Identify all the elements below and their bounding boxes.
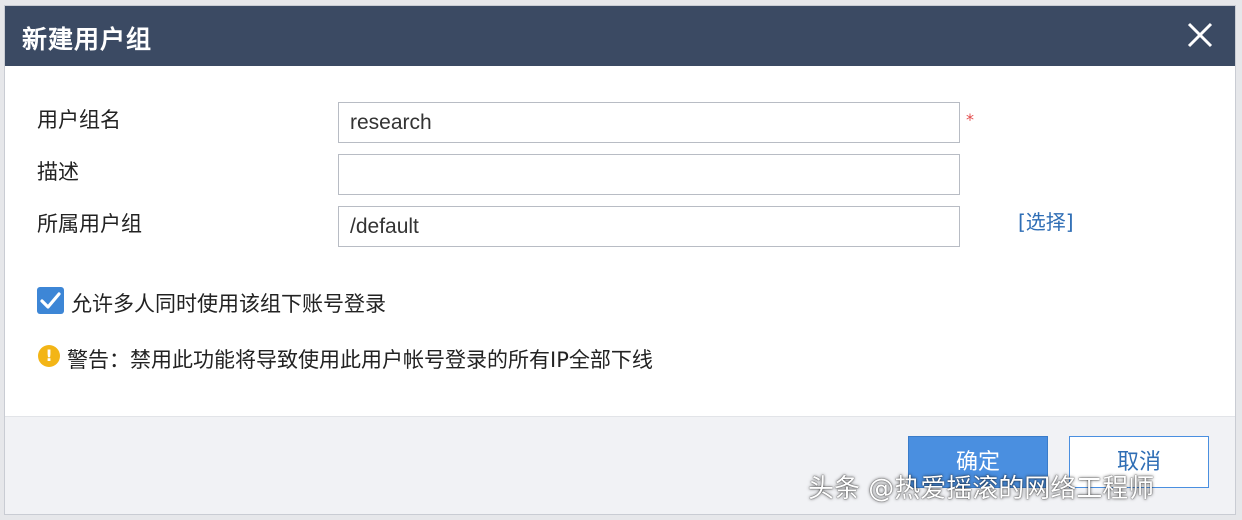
group-name-input[interactable]: research bbox=[338, 102, 960, 143]
dialog-titlebar: 新建用户组 bbox=[5, 6, 1235, 66]
description-input[interactable] bbox=[338, 154, 960, 195]
group-name-label: 用户组名 bbox=[37, 108, 121, 132]
warning-icon: ! bbox=[38, 345, 60, 367]
close-icon[interactable] bbox=[1183, 18, 1217, 52]
warning-text: 警告：禁用此功能将导致使用此用户帐号登录的所有IP全部下线 bbox=[67, 348, 653, 372]
select-parent-group-link[interactable]: [选择] bbox=[1018, 206, 1074, 235]
description-label: 描述 bbox=[37, 160, 79, 184]
allow-multi-login-checkbox[interactable] bbox=[37, 287, 64, 314]
watermark: 头条 @热爱摇滚的网络工程师 bbox=[808, 474, 1155, 504]
allow-multi-login-label: 允许多人同时使用该组下账号登录 bbox=[71, 292, 386, 316]
parent-group-label: 所属用户组 bbox=[37, 212, 142, 236]
dialog-title: 新建用户组 bbox=[22, 25, 153, 54]
new-user-group-dialog: 新建用户组 用户组名 research * 描述 所属用户组 /default … bbox=[4, 5, 1236, 515]
required-mark: * bbox=[966, 110, 974, 129]
parent-group-input[interactable]: /default bbox=[338, 206, 960, 247]
checkmark-icon bbox=[40, 292, 61, 309]
